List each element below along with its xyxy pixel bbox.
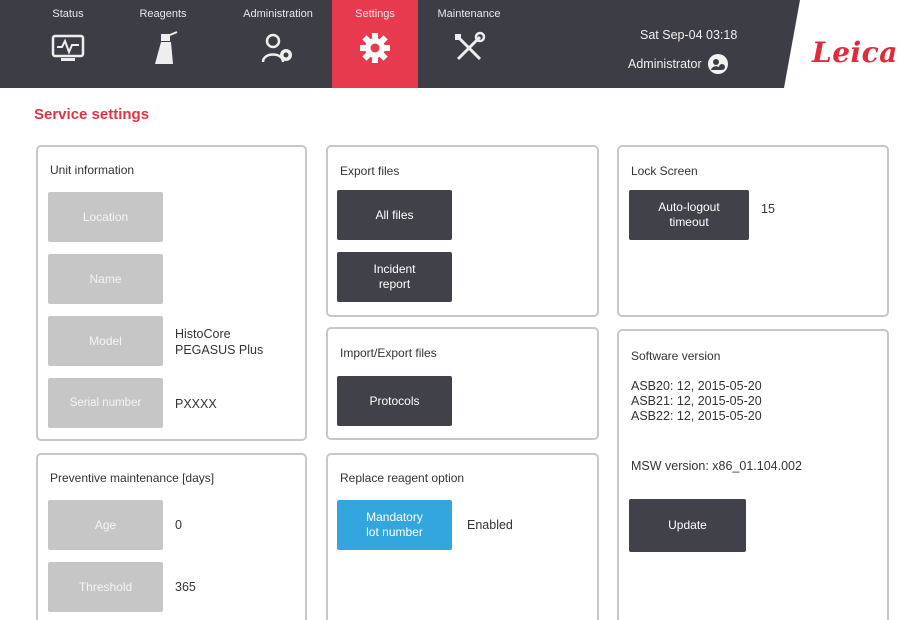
reagent-bottle-icon (155, 31, 178, 64)
age-value: 0 (175, 518, 182, 532)
protocols-button[interactable]: Protocols (337, 376, 452, 426)
model-value-line1: HistoCore (175, 327, 231, 341)
leica-logo: Leica (812, 36, 898, 69)
tab-administration[interactable]: Administration (223, 0, 333, 88)
tab-maintenance-label: Maintenance (437, 8, 501, 20)
mandatory-lot-number-line2: lot number (366, 525, 423, 539)
status-monitor-icon (51, 34, 85, 61)
gear-icon (360, 33, 390, 63)
replace-reagent-panel: Replace reagent option Mandatory lot num… (326, 453, 599, 620)
update-button[interactable]: Update (629, 499, 746, 552)
model-button[interactable]: Model (48, 316, 163, 366)
version-line-asb21: ASB21: 12, 2015-05-20 (631, 394, 762, 408)
tab-status[interactable]: Status (22, 0, 114, 88)
serial-number-value: PXXXX (175, 397, 217, 411)
user-name: Administrator (628, 57, 702, 71)
replace-reagent-title: Replace reagent option (340, 471, 465, 485)
version-line-asb22: ASB22: 12, 2015-05-20 (631, 409, 762, 423)
tab-settings[interactable]: Settings (332, 0, 418, 88)
name-button[interactable]: Name (48, 254, 163, 304)
msw-version: MSW version: x86_01.104.002 (631, 459, 802, 473)
tab-reagents-label: Reagents (139, 8, 187, 20)
user-avatar-icon (707, 54, 728, 74)
serial-number-button[interactable]: Serial number (48, 378, 163, 428)
date-time: Sat Sep-04 03:18 (640, 28, 738, 42)
incident-report-button[interactable]: Incident report (337, 252, 452, 302)
version-line-asb20: ASB20: 12, 2015-05-20 (631, 379, 762, 393)
import-export-panel: Import/Export files Protocols (326, 327, 599, 440)
page-title: Service settings (34, 106, 150, 123)
unit-information-title: Unit information (50, 163, 135, 177)
tab-maintenance[interactable]: Maintenance (418, 0, 520, 88)
tab-reagents[interactable]: Reagents (117, 0, 209, 88)
auto-logout-timeout-value: 15 (761, 202, 775, 216)
tab-status-label: Status (52, 8, 84, 20)
export-files-title: Export files (340, 164, 400, 178)
current-user[interactable]: Administrator (628, 54, 728, 74)
age-button[interactable]: Age (48, 500, 163, 550)
lock-screen-panel: Lock Screen Auto-logout timeout 15 (617, 145, 889, 317)
model-value-line2: PEGASUS Plus (175, 343, 264, 357)
software-version-title: Software version (631, 349, 721, 363)
admin-users-gear-icon (261, 33, 292, 63)
unit-information-panel: Unit information Location Name Model His… (36, 145, 307, 441)
threshold-button[interactable]: Threshold (48, 562, 163, 612)
tools-icon (455, 31, 486, 61)
lock-screen-title: Lock Screen (631, 164, 698, 178)
software-version-panel: Software version ASB20: 12, 2015-05-20 A… (617, 329, 889, 620)
tab-settings-label: Settings (355, 8, 395, 20)
export-files-panel: Export files All files Incident report (326, 145, 599, 317)
location-button[interactable]: Location (48, 192, 163, 242)
threshold-value: 365 (175, 580, 196, 594)
incident-report-line2: report (378, 277, 411, 291)
mandatory-lot-number-line1: Mandatory (366, 510, 423, 524)
all-files-button[interactable]: All files (337, 190, 452, 240)
auto-logout-line2: timeout (669, 215, 709, 229)
preventive-maintenance-title: Preventive maintenance [days] (50, 471, 215, 485)
incident-report-line1: Incident (373, 262, 416, 276)
mandatory-lot-number-status: Enabled (467, 518, 513, 532)
auto-logout-line1: Auto-logout (658, 200, 720, 214)
auto-logout-timeout-button[interactable]: Auto-logout timeout (629, 190, 749, 240)
import-export-title: Import/Export files (340, 346, 437, 360)
tab-administration-label: Administration (243, 8, 313, 20)
preventive-maintenance-panel: Preventive maintenance [days] Age 0 Thre… (36, 453, 307, 620)
top-bar: Status Reagents Administration Settings (0, 0, 899, 100)
mandatory-lot-number-button[interactable]: Mandatory lot number (337, 500, 452, 550)
